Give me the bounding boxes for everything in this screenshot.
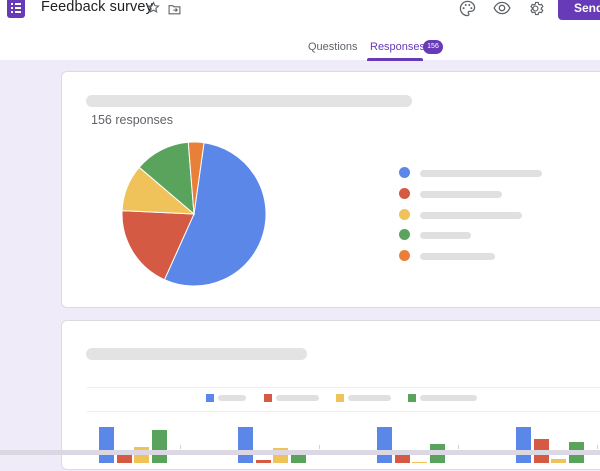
legend-label-placeholder <box>420 253 495 260</box>
send-button[interactable]: Send <box>558 0 600 20</box>
bar-g2-s2[interactable] <box>412 462 427 463</box>
forms-app-icon[interactable] <box>7 0 25 18</box>
bar-chart-plot <box>62 321 600 471</box>
pie-chart <box>121 141 267 287</box>
top-app-bar: Feedback survey Send Questions Responses… <box>0 0 600 61</box>
bar-g0-s0[interactable] <box>99 427 114 463</box>
star-icon[interactable] <box>147 1 160 19</box>
tab-responses[interactable]: Responses <box>370 41 425 53</box>
bar-g0-s3[interactable] <box>151 430 167 463</box>
preview-eye-icon[interactable] <box>493 1 511 20</box>
bar-g1-s3[interactable] <box>290 454 306 463</box>
axis-tick-2 <box>458 445 459 449</box>
bar-g1-s0[interactable] <box>238 427 253 463</box>
legend-label-placeholder <box>420 170 542 177</box>
active-tab-indicator <box>367 58 423 61</box>
axis-tick-3 <box>597 445 598 449</box>
bottom-edge <box>0 450 600 455</box>
question-title-placeholder <box>86 95 412 107</box>
bar-chart-card <box>61 320 600 470</box>
bar-g3-s0[interactable] <box>516 427 531 463</box>
tab-questions[interactable]: Questions <box>308 41 358 53</box>
bar-g3-s2[interactable] <box>551 459 566 463</box>
legend-swatch-orange <box>399 250 410 261</box>
legend-swatch-red <box>399 188 410 199</box>
move-to-folder-icon[interactable] <box>168 2 181 20</box>
legend-swatch-yellow <box>399 209 410 220</box>
legend-label-placeholder <box>420 191 502 198</box>
response-count-label: 156 responses <box>91 113 174 127</box>
palette-icon[interactable] <box>459 0 476 22</box>
summary-chart-card: 156 responses <box>61 71 600 308</box>
response-count-badge: 156 <box>423 40 443 54</box>
bar-g2-s0[interactable] <box>377 427 392 463</box>
form-title[interactable]: Feedback survey <box>41 0 153 15</box>
axis-tick-1 <box>319 445 320 449</box>
legend-swatch-blue <box>399 167 410 178</box>
bar-g1-s1[interactable] <box>255 460 271 463</box>
axis-tick-0 <box>180 445 181 449</box>
legend-label-placeholder <box>420 232 471 239</box>
legend-swatch-green <box>399 229 410 240</box>
legend-label-placeholder <box>420 212 522 219</box>
settings-gear-icon[interactable] <box>527 0 544 22</box>
